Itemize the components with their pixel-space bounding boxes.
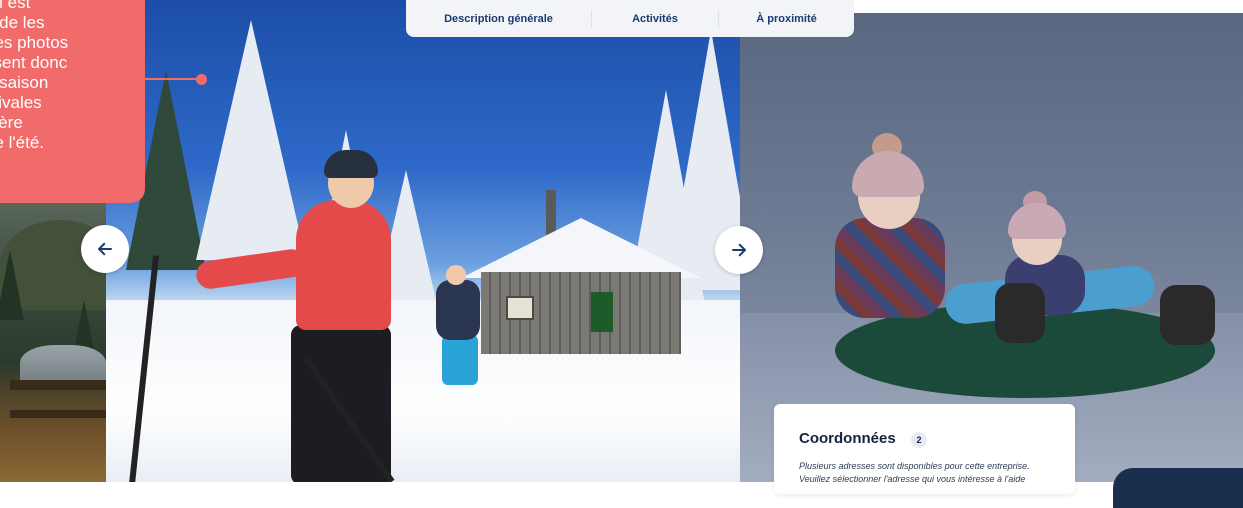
annotation-tooltip-text: ! Il est e de les Les photos ssent donc …: [0, 0, 69, 152]
section-tabs: Description générale Activités À proximi…: [406, 0, 854, 37]
carousel-next-button[interactable]: [715, 226, 763, 274]
skier-body: [296, 200, 391, 330]
skier-head: [446, 265, 466, 285]
contact-count-badge: 2: [911, 432, 927, 448]
slide-fence: [10, 380, 106, 390]
skier-hat: [324, 150, 378, 178]
contact-card-title: Coordonnées: [799, 430, 896, 447]
skier-body: [436, 280, 480, 340]
contact-card: Coordonnées 2 Plusieurs adresses sont di…: [774, 404, 1075, 494]
kid-boot: [1160, 285, 1215, 345]
floating-action-pill[interactable]: [1113, 468, 1243, 508]
arrow-left-icon: [98, 242, 112, 256]
slide-tree: [196, 20, 306, 260]
cabin-window: [506, 296, 534, 320]
annotation-pointer-dot: [196, 74, 207, 85]
cabin-door: [591, 292, 613, 332]
cabin-roof: [461, 218, 701, 278]
tab-activites[interactable]: Activités: [592, 13, 718, 25]
tab-description-generale[interactable]: Description générale: [406, 13, 591, 25]
kid-hat: [852, 151, 924, 197]
kid-body: [835, 218, 945, 318]
slide-tree: [0, 250, 24, 320]
contact-card-description: Plusieurs adresses sont disponibles pour…: [799, 461, 1030, 484]
annotation-pointer-line: [145, 78, 203, 80]
carousel-prev-button[interactable]: [81, 225, 129, 273]
skier-legs: [442, 335, 478, 385]
kid-boot: [995, 283, 1045, 343]
kid-hat: [1008, 203, 1066, 239]
tab-a-proximite[interactable]: À proximité: [719, 13, 854, 25]
slide-fence: [10, 410, 106, 418]
carousel-slide-current: [106, 0, 740, 482]
annotation-tooltip: ! Il est e de les Les photos ssent donc …: [0, 0, 145, 203]
arrow-right-icon: [732, 243, 746, 257]
